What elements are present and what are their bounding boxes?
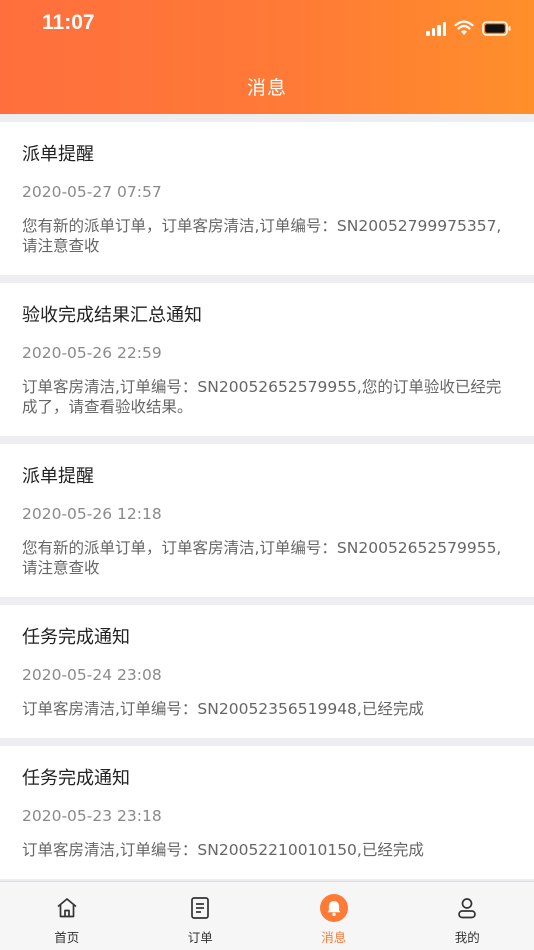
message-title: 验收完成结果汇总通知 [22,305,202,326]
tab-profile[interactable]: 我的 [401,882,534,950]
wifi-icon [454,20,474,35]
message-time: 2020-05-23 23:18 [22,807,162,825]
page-title: 消息 [246,77,287,99]
message-body: 您有新的派单订单，订单客房清洁,订单编号：SN20052652579955,请注… [22,539,502,577]
tab-bar: 首页 订单 消息 我的 [0,881,534,950]
message-title: 派单提醒 [22,144,94,165]
tab-orders[interactable]: 订单 [134,882,268,950]
message-title: 任务完成通知 [22,768,130,789]
message-time: 2020-05-24 23:08 [22,666,162,684]
message-card[interactable]: 派单提醒 2020-05-27 07:57 您有新的派单订单，订单客房清洁,订单… [0,122,534,275]
tab-home[interactable]: 首页 [0,882,134,950]
tab-label: 订单 [187,930,213,945]
cellular-signal-icon [426,20,446,36]
message-card[interactable]: 验收完成结果汇总通知 2020-05-26 22:59 订单客房清洁,订单编号：… [0,283,534,436]
header: 11:07 消息 [0,0,534,114]
message-body: 订单客房清洁,订单编号：SN20052652579955,您的订单验收已经完成了… [22,378,502,416]
status-icons [426,20,512,36]
tab-messages[interactable]: 消息 [267,882,401,950]
order-icon [186,894,214,922]
message-body: 您有新的派单订单，订单客房清洁,订单编号：SN20052799975357,请注… [22,217,502,255]
status-time: 11:07 [42,11,95,34]
message-card[interactable]: 任务完成通知 2020-05-24 23:08 订单客房清洁,订单编号：SN20… [0,605,534,738]
tab-label: 首页 [54,930,80,945]
tab-label: 我的 [454,930,480,945]
message-time: 2020-05-26 22:59 [22,344,162,362]
message-list: 派单提醒 2020-05-27 07:57 您有新的派单订单，订单客房清洁,订单… [0,122,534,887]
battery-icon [482,20,511,36]
tab-label: 消息 [321,930,347,945]
message-title: 派单提醒 [22,466,94,487]
message-time: 2020-05-27 07:57 [22,183,162,201]
message-body: 订单客房清洁,订单编号：SN20052210010150,已经完成 [22,841,424,859]
message-title: 任务完成通知 [22,627,130,648]
user-icon [453,894,481,922]
bell-icon [319,894,348,922]
message-card[interactable]: 派单提醒 2020-05-26 12:18 您有新的派单订单，订单客房清洁,订单… [0,444,534,597]
message-time: 2020-05-26 12:18 [22,505,162,523]
message-body: 订单客房清洁,订单编号：SN20052356519948,已经完成 [22,700,424,718]
home-icon [53,894,81,922]
message-card[interactable]: 任务完成通知 2020-05-23 23:18 订单客房清洁,订单编号：SN20… [0,746,534,879]
